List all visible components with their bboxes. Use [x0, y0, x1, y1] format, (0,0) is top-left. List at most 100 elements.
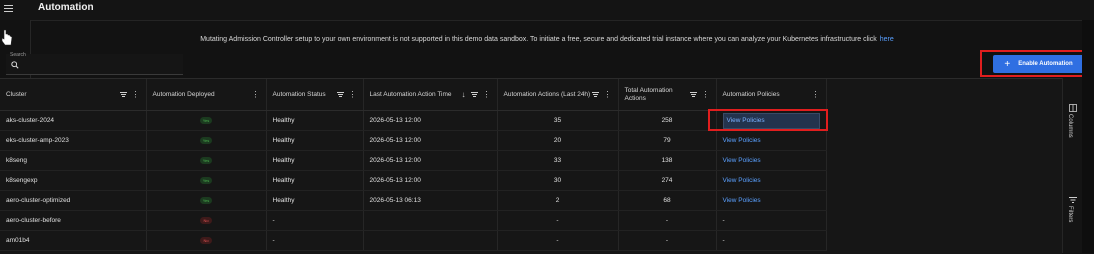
cell-last-action [363, 210, 498, 231]
cell-status: Healthy [266, 150, 364, 171]
banner-link[interactable]: here [880, 36, 894, 43]
status-badge: No [200, 217, 212, 224]
table-row[interactable]: am01b4 No - - - - [0, 230, 827, 251]
more-vert-icon[interactable]: ⋮ [252, 90, 260, 98]
status-badge: Yes [200, 157, 212, 164]
more-vert-icon[interactable]: ⋮ [702, 90, 710, 98]
col-actions-24h-label: Automation Actions (Last 24h) [503, 90, 591, 98]
cell-status: Healthy [266, 190, 364, 211]
banner-text: Mutating Admission Controller setup to y… [200, 36, 877, 43]
view-policies-link[interactable]: View Policies [716, 130, 827, 151]
filter-icon[interactable] [119, 91, 127, 98]
col-cluster[interactable]: Cluster ⋮ [0, 79, 147, 111]
col-last-action[interactable]: Last Automation Action Time ↓ ⋮ [363, 79, 498, 111]
page-scroll-gutter [1082, 20, 1094, 253]
more-vert-icon[interactable]: ⋮ [132, 90, 140, 98]
cell-last-action: 2026-05-13 12:00 [363, 130, 498, 151]
clusters-table: Cluster ⋮ Automation Deployed ⋮ Automation… [0, 79, 827, 251]
cell-actions-24h: 20 [497, 130, 619, 151]
search-box[interactable]: Search [6, 52, 183, 75]
cell-actions-24h: - [497, 210, 619, 231]
col-deployed-label: Automation Deployed [152, 90, 215, 98]
table-row[interactable]: k8sengexp Yes Healthy 2026-05-13 12:00 3… [0, 170, 827, 191]
filter-icon[interactable] [470, 91, 478, 98]
filter-icon[interactable] [336, 91, 344, 98]
view-policies-link[interactable]: View Policies [716, 150, 827, 171]
status-badge: Yes [200, 197, 212, 204]
cell-total-actions: 79 [618, 130, 717, 151]
cell-actions-24h: 30 [497, 170, 619, 191]
page-title: Automation [38, 2, 94, 13]
cell-cluster: aks-cluster-2024 [0, 110, 147, 131]
filters-tab[interactable]: Filters [1067, 206, 1073, 222]
cell-last-action: 2026-05-13 12:00 [363, 150, 498, 171]
cell-cluster: k8sengexp [0, 170, 147, 191]
grid-side-rail: Columns Filters [1062, 78, 1083, 253]
cell-policies: - [716, 210, 827, 231]
status-badge: No [200, 237, 212, 244]
col-deployed[interactable]: Automation Deployed ⋮ [146, 79, 267, 111]
cell-actions-24h: 33 [497, 150, 619, 171]
cell-last-action: 2026-05-13 06:13 [363, 190, 498, 211]
table-row[interactable]: eks-cluster-amp-2023 Yes Healthy 2026-05… [0, 130, 827, 151]
sandbox-banner: Mutating Admission Controller setup to y… [0, 36, 1094, 43]
cell-total-actions: 274 [618, 170, 717, 191]
filter-icon[interactable] [591, 91, 599, 98]
cell-actions-24h: 2 [497, 190, 619, 211]
filters-icon[interactable] [1069, 196, 1077, 204]
top-bar: Automation [0, 0, 1094, 21]
cell-total-actions: 258 [618, 110, 717, 131]
status-badge: Yes [200, 117, 212, 124]
table-row[interactable]: aero-cluster-optimized Yes Healthy 2026-… [0, 190, 827, 211]
sort-desc-icon[interactable]: ↓ [462, 90, 466, 99]
cell-cluster: eks-cluster-amp-2023 [0, 130, 147, 151]
cell-total-actions: - [618, 210, 717, 231]
header-row: Cluster ⋮ Automation Deployed ⋮ Automation… [0, 79, 827, 111]
cell-status: Healthy [266, 110, 364, 131]
cell-status: Healthy [266, 130, 364, 151]
columns-tab[interactable]: Columns [1067, 114, 1073, 138]
cell-status: - [266, 210, 364, 231]
cell-total-actions: 138 [618, 150, 717, 171]
cell-cluster: aero-cluster-optimized [0, 190, 147, 211]
columns-icon[interactable] [1069, 104, 1077, 112]
more-vert-icon[interactable]: ⋮ [604, 90, 612, 98]
table-row[interactable]: aero-cluster-before No - - - - [0, 210, 827, 231]
cell-status: - [266, 230, 364, 251]
col-total-actions-label: Total Automation Actions [624, 86, 673, 102]
table-row[interactable]: aks-cluster-2024 Yes Healthy 2026-05-13 … [0, 110, 827, 131]
clusters-grid: Cluster ⋮ Automation Deployed ⋮ Automation… [0, 78, 1062, 254]
cell-status: Healthy [266, 170, 364, 191]
status-badge: Yes [200, 177, 212, 184]
filter-icon[interactable] [689, 91, 697, 98]
col-status[interactable]: Automation Status ⋮ [266, 79, 364, 111]
cell-cluster: k8seng [0, 150, 147, 171]
more-vert-icon[interactable]: ⋮ [349, 90, 357, 98]
view-policies-highlight [708, 109, 828, 131]
col-status-label: Automation Status [272, 90, 326, 98]
cell-total-actions: 68 [618, 190, 717, 211]
col-last-action-label: Last Automation Action Time [369, 90, 452, 98]
enable-button-highlight [980, 50, 1086, 77]
view-policies-link[interactable]: View Policies [716, 190, 827, 211]
col-policies-label: Automation Policies [722, 90, 780, 98]
cell-cluster: aero-cluster-before [0, 210, 147, 231]
col-total-actions[interactable]: Total Automation Actions ⋮ [618, 79, 717, 111]
cell-actions-24h: 35 [497, 110, 619, 131]
more-vert-icon[interactable]: ⋮ [812, 90, 820, 98]
table-body: aks-cluster-2024 Yes Healthy 2026-05-13 … [0, 110, 827, 251]
search-input[interactable] [22, 58, 176, 73]
status-badge: Yes [200, 137, 212, 144]
more-vert-icon[interactable]: ⋮ [483, 90, 491, 98]
table-row[interactable]: k8seng Yes Healthy 2026-05-13 12:00 33 1… [0, 150, 827, 171]
cell-total-actions: - [618, 230, 717, 251]
col-policies[interactable]: Automation Policies ⋮ [716, 79, 827, 111]
menu-icon[interactable] [4, 5, 13, 13]
cell-last-action: 2026-05-13 12:00 [363, 110, 498, 131]
cell-last-action [363, 230, 498, 251]
cell-cluster: am01b4 [0, 230, 147, 251]
cell-actions-24h: - [497, 230, 619, 251]
view-policies-link[interactable]: View Policies [716, 170, 827, 191]
cell-policies: - [716, 230, 827, 251]
col-actions-24h[interactable]: Automation Actions (Last 24h) ⋮ [497, 79, 619, 111]
